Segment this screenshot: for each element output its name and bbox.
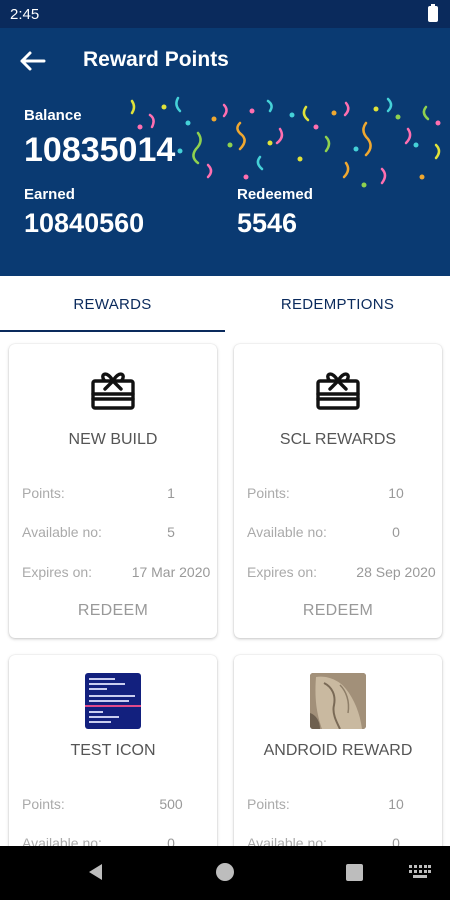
points-value: 500 bbox=[159, 796, 183, 812]
reward-name: SCL REWARDS bbox=[279, 431, 397, 448]
available-row: Available no: 0 bbox=[247, 524, 429, 544]
reward-card: ANDROID REWARD Points: 10 Available no: … bbox=[234, 655, 442, 846]
rewards-grid: NEW BUILD Points: 1 Available no: 5 Expi… bbox=[0, 334, 450, 846]
navigation-bar bbox=[0, 846, 450, 900]
balance-label: Balance bbox=[24, 107, 82, 124]
stone-photo-thumbnail bbox=[310, 673, 366, 729]
nav-recents-icon[interactable] bbox=[346, 864, 363, 881]
tab-rewards[interactable]: REWARDS bbox=[0, 276, 225, 334]
available-label: Available no: bbox=[22, 524, 102, 540]
reward-name: TEST ICON bbox=[70, 742, 156, 759]
points-value: 1 bbox=[167, 485, 175, 501]
selected-tab-indicator bbox=[0, 330, 225, 332]
points-value: 10 bbox=[388, 796, 404, 812]
points-label: Points: bbox=[22, 485, 65, 501]
points-row: Points: 1 bbox=[22, 485, 204, 505]
page-title: Reward Points bbox=[83, 48, 229, 71]
redeem-button[interactable]: REDEEM bbox=[234, 602, 442, 620]
available-label: Available no: bbox=[247, 524, 327, 540]
available-value: 0 bbox=[167, 835, 175, 846]
available-label: Available no: bbox=[22, 835, 102, 846]
expires-label: Expires on: bbox=[247, 564, 318, 580]
available-value: 0 bbox=[392, 835, 400, 846]
gift-card-icon bbox=[91, 372, 135, 410]
expires-label: Expires on: bbox=[22, 564, 93, 580]
redeemed-value: 5546 bbox=[237, 208, 298, 238]
available-value: 0 bbox=[392, 524, 400, 540]
tab-bar: REWARDS REDEMPTIONS bbox=[0, 276, 450, 334]
earned-value: 10840560 bbox=[24, 208, 145, 238]
expires-value: 17 Mar 2020 bbox=[131, 564, 211, 580]
nav-back-icon[interactable] bbox=[86, 862, 106, 882]
available-row: Available no: 5 bbox=[22, 524, 204, 544]
reward-name: ANDROID REWARD bbox=[263, 742, 413, 759]
status-time: 2:45 bbox=[10, 6, 40, 23]
expires-value: 28 Sep 2020 bbox=[356, 564, 436, 580]
screenshot-thumbnail bbox=[85, 673, 141, 729]
tab-redemptions[interactable]: REDEMPTIONS bbox=[225, 276, 450, 334]
points-label: Points: bbox=[247, 796, 290, 812]
gift-card-icon bbox=[316, 372, 360, 410]
available-row: Available no: 0 bbox=[247, 835, 429, 846]
earned-label: Earned bbox=[24, 186, 75, 203]
points-row: Points: 10 bbox=[247, 485, 429, 505]
points-row: Points: 10 bbox=[247, 796, 429, 816]
points-row: Points: 500 bbox=[22, 796, 204, 816]
reward-card: NEW BUILD Points: 1 Available no: 5 Expi… bbox=[9, 344, 217, 638]
reward-card: TEST ICON Points: 500 Available no: 0 bbox=[9, 655, 217, 846]
keyboard-icon[interactable] bbox=[408, 864, 432, 880]
available-row: Available no: 0 bbox=[22, 835, 204, 846]
points-label: Points: bbox=[247, 485, 290, 501]
available-label: Available no: bbox=[247, 835, 327, 846]
available-value: 5 bbox=[167, 524, 175, 540]
reward-summary-header: Reward Points Balance 10835014 Earned 10… bbox=[0, 28, 450, 276]
balance-value: 10835014 bbox=[24, 131, 176, 169]
battery-icon bbox=[428, 4, 438, 22]
nav-home-icon[interactable] bbox=[216, 863, 234, 881]
points-value: 10 bbox=[388, 485, 404, 501]
back-arrow-icon[interactable] bbox=[18, 48, 48, 74]
points-label: Points: bbox=[22, 796, 65, 812]
reward-name: NEW BUILD bbox=[68, 431, 158, 448]
redeemed-label: Redeemed bbox=[237, 186, 313, 203]
status-bar: 2:45 bbox=[0, 0, 450, 28]
reward-card: SCL REWARDS Points: 10 Available no: 0 E… bbox=[234, 344, 442, 638]
expires-row: Expires on: 28 Sep 2020 bbox=[247, 564, 436, 584]
expires-row: Expires on: 17 Mar 2020 bbox=[22, 564, 210, 584]
redeem-button[interactable]: REDEEM bbox=[9, 602, 217, 620]
